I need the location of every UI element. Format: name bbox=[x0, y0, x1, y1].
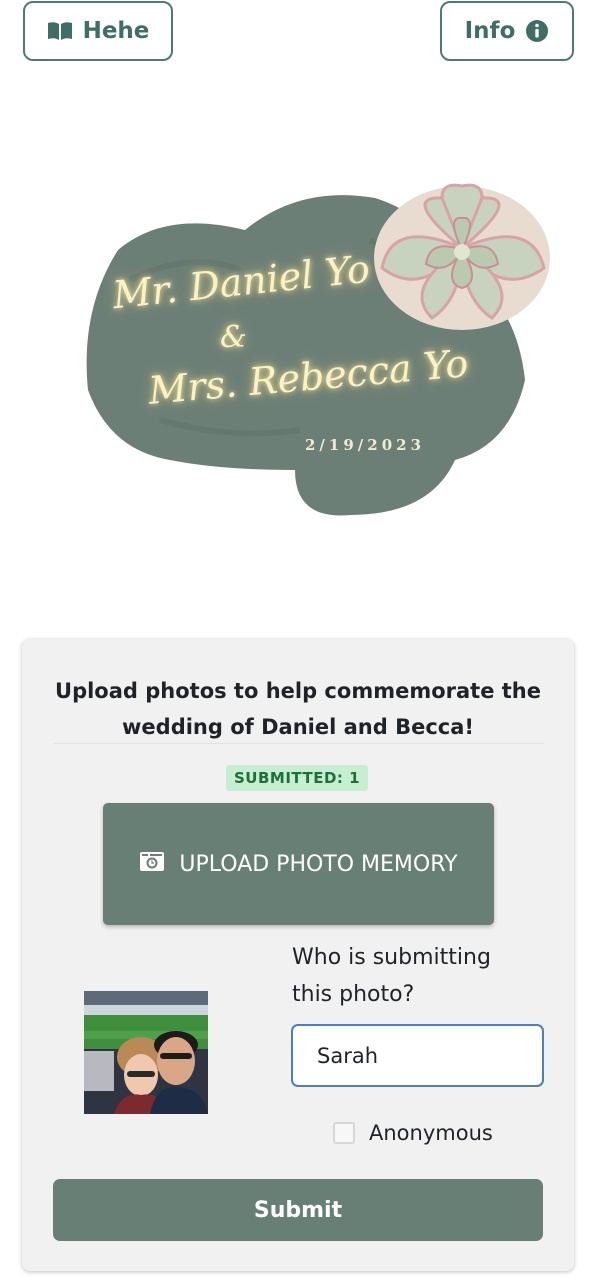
book-open-icon bbox=[47, 21, 73, 41]
anonymous-option[interactable]: Anonymous bbox=[333, 1121, 493, 1145]
upload-heading: Upload photos to help commemorate the we… bbox=[22, 673, 574, 745]
upload-photo-button[interactable]: UPLOAD PHOTO MEMORY bbox=[103, 803, 494, 925]
photo-thumbnail bbox=[84, 991, 208, 1114]
submitter-name-input[interactable] bbox=[291, 1024, 544, 1087]
upload-card: Upload photos to help commemorate the we… bbox=[22, 639, 574, 1271]
submitter-label: Who is submitting this photo? bbox=[292, 939, 522, 1013]
wedding-logo: Mr. Daniel Yo & Mrs. Rebecca Yo 2/19/202… bbox=[70, 170, 560, 530]
logo-date: 2/19/2023 bbox=[305, 436, 426, 454]
submitter-label-line2: this photo? bbox=[292, 982, 415, 1007]
succulent-illustration bbox=[374, 183, 550, 330]
upload-heading-line2: wedding of Daniel and Becca! bbox=[122, 715, 474, 739]
divider bbox=[54, 743, 544, 744]
info-button[interactable]: Info bbox=[440, 1, 574, 61]
upload-heading-line1: Upload photos to help commemorate the bbox=[55, 679, 541, 703]
upload-photo-button-label: UPLOAD PHOTO MEMORY bbox=[179, 851, 458, 877]
camera-icon bbox=[139, 850, 165, 878]
logo-artwork bbox=[86, 183, 550, 516]
hehe-button[interactable]: Hehe bbox=[23, 1, 173, 61]
anonymous-checkbox[interactable] bbox=[333, 1122, 355, 1144]
anonymous-label: Anonymous bbox=[369, 1121, 493, 1145]
logo-ampersand: & bbox=[220, 320, 247, 355]
info-button-label: Info bbox=[464, 18, 516, 44]
submit-button[interactable]: Submit bbox=[53, 1179, 543, 1241]
submitted-count-badge: SUBMITTED: 1 bbox=[226, 765, 369, 791]
submitter-label-line1: Who is submitting bbox=[292, 945, 491, 970]
hehe-button-label: Hehe bbox=[82, 18, 150, 44]
info-circle-icon bbox=[525, 19, 549, 43]
